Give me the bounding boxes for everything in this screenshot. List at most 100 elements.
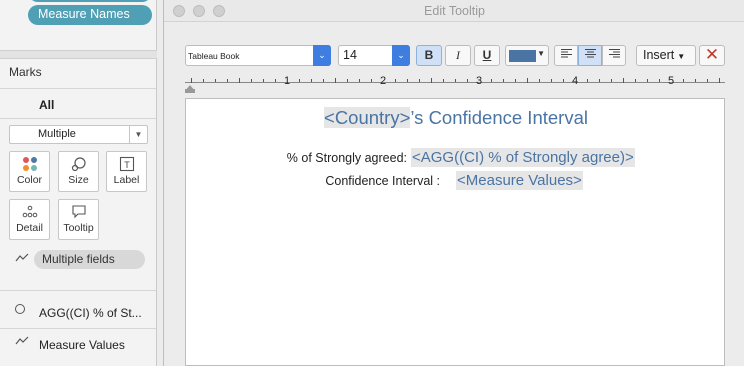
ruler-tick: [611, 79, 612, 82]
ruler-tick: [551, 79, 552, 82]
ruler-tick: [635, 79, 636, 82]
color-label: Color: [16, 174, 43, 186]
ruler-tick: [239, 78, 240, 83]
bold-button[interactable]: B: [416, 45, 442, 66]
ruler-tick: [347, 79, 348, 82]
ruler-tick: [503, 79, 504, 82]
align-center-button[interactable]: [578, 45, 602, 66]
ruler-tick: [191, 78, 192, 83]
tooltip-label: Tooltip: [63, 222, 94, 234]
font-family-select[interactable]: Tableau Book ⌄: [185, 45, 331, 66]
close-x-icon: ✕: [704, 45, 720, 64]
ruler-tick: [431, 78, 432, 83]
mark-type-select[interactable]: Multiple ▼: [9, 125, 148, 144]
ruler-tick: [527, 78, 528, 83]
size-button[interactable]: Size: [58, 151, 99, 192]
panel-separator: [0, 50, 157, 59]
ruler-tick: [359, 79, 360, 82]
font-size-select[interactable]: 14 ⌄: [338, 45, 410, 66]
ruler-tick: [203, 79, 204, 82]
detail-button[interactable]: Detail: [9, 199, 50, 240]
divider: [0, 118, 156, 119]
ruler-tick: [587, 79, 588, 82]
ruler-tick: [539, 79, 540, 82]
align-right-icon: [608, 49, 620, 61]
ruler-line: [185, 82, 725, 83]
title-text: ’s Confidence Interval: [410, 107, 588, 128]
caret-down-icon: ▼: [677, 52, 686, 61]
line-mark-icon: [15, 336, 29, 349]
color-button[interactable]: Color: [9, 151, 50, 192]
ruler-tick: [599, 79, 600, 82]
size-label: Size: [68, 174, 89, 186]
ruler-tick: [263, 79, 264, 82]
edit-tooltip-dialog: Edit Tooltip Tableau Book ⌄ 14 ⌄ B I U ▼: [163, 0, 744, 366]
color-icon: [10, 152, 49, 174]
insert-menu-button[interactable]: Insert ▼: [636, 45, 696, 66]
marks-field-row[interactable]: AGG((CI) % of St...: [0, 297, 156, 329]
mark-type-value: Multiple: [38, 128, 76, 140]
ruler-tick: [371, 79, 372, 82]
underline-button[interactable]: U: [474, 45, 500, 66]
align-center-icon: [584, 49, 596, 61]
ruler-tick: [719, 78, 720, 83]
font-size-value: 14: [343, 48, 357, 62]
tooltip-line-confidence: Confidence Interval : <Measure Values>: [262, 171, 583, 190]
align-left-button[interactable]: [554, 45, 578, 66]
ruler-tick: [647, 79, 648, 82]
text-label-icon: T: [107, 152, 146, 174]
ruler-tick: [683, 79, 684, 82]
country-field[interactable]: <Country>: [324, 107, 411, 128]
tooltip-title-line: <Country>’s Confidence Interval: [186, 107, 726, 129]
ruler-number: 3: [476, 75, 483, 87]
clear-formatting-button[interactable]: ✕: [699, 45, 725, 66]
label-button[interactable]: T Label: [106, 151, 147, 192]
ruler-tick: [311, 79, 312, 82]
ruler-tick: [515, 79, 516, 82]
ruler-number: 2: [380, 75, 387, 87]
ruler-tick: [707, 79, 708, 82]
chevron-down-icon: ⌄: [313, 45, 331, 66]
marks-field-label: AGG((CI) % of St...: [39, 306, 142, 320]
marks-title: Marks: [9, 65, 42, 79]
ruler-tick: [455, 79, 456, 82]
ruler-tick: [623, 78, 624, 83]
ruler-tick: [395, 79, 396, 82]
ruler-number: 4: [572, 75, 579, 87]
circle-mark-icon: [15, 304, 25, 317]
ruler-tick: [407, 79, 408, 82]
size-icon: [59, 152, 98, 174]
align-right-button[interactable]: [602, 45, 626, 66]
indent-marker-base-icon[interactable]: [185, 89, 195, 93]
divider: [0, 290, 156, 291]
ruler-tick: [659, 79, 660, 82]
marks-field-label: Measure Values: [39, 338, 125, 352]
multiple-fields-row: Multiple fields: [0, 248, 156, 272]
line-mark-icon: [15, 253, 29, 266]
text-color-picker[interactable]: ▼: [505, 45, 549, 66]
ruler-tick: [563, 79, 564, 82]
tooltip-line-strongly-agreed: % of Strongly agreed: <AGG((CI) % of Stro…: [262, 148, 635, 167]
ruler-tick: [335, 78, 336, 83]
detail-icon: [10, 200, 49, 222]
marks-all-tab[interactable]: All: [39, 98, 54, 112]
measure-names-pill[interactable]: Measure Names: [28, 5, 152, 25]
chevron-down-icon: ▼: [537, 49, 545, 58]
ruler: 1 2 3 4 5: [185, 74, 725, 94]
color-swatch: [509, 50, 536, 62]
agg-field[interactable]: <AGG((CI) % of Strongly agree)>: [411, 148, 635, 167]
dialog-title: Edit Tooltip: [424, 4, 485, 18]
ruler-tick: [275, 79, 276, 82]
title-bar: Edit Tooltip: [164, 0, 744, 22]
tooltip-button[interactable]: Tooltip: [58, 199, 99, 240]
detail-label: Detail: [16, 222, 43, 234]
tooltip-editor[interactable]: <Country>’s Confidence Interval % of Str…: [185, 98, 725, 366]
column-pill-stub[interactable]: [28, 0, 152, 2]
ruler-tick: [443, 79, 444, 82]
align-left-icon: [560, 49, 572, 61]
measure-values-field[interactable]: <Measure Values>: [456, 171, 583, 190]
italic-button[interactable]: I: [445, 45, 471, 66]
ruler-tick: [695, 79, 696, 82]
multiple-fields-pill[interactable]: Multiple fields: [34, 250, 145, 269]
marks-field-row[interactable]: Measure Values: [0, 329, 156, 361]
